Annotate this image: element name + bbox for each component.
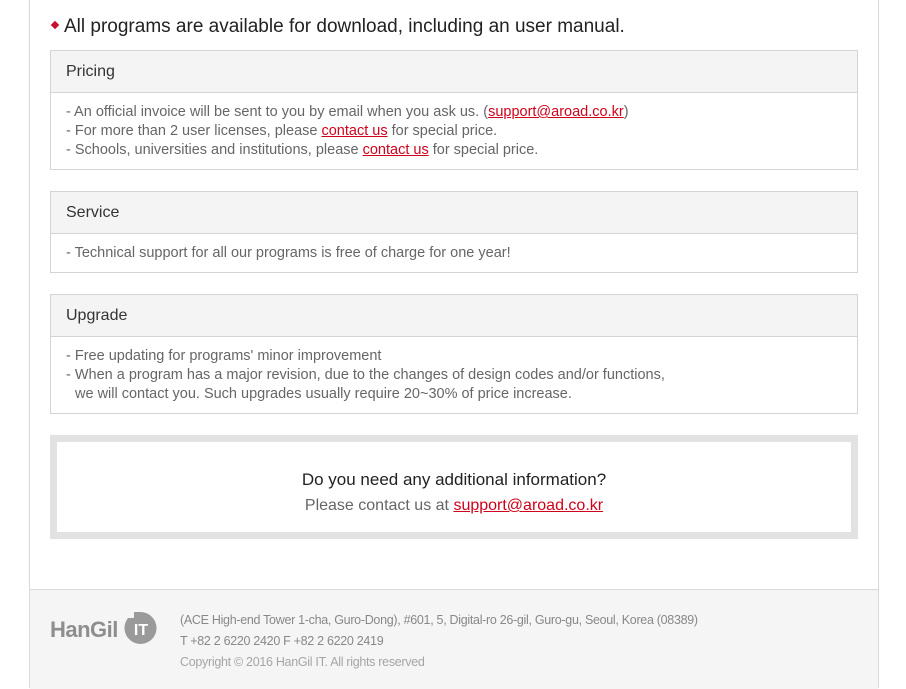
contact-line: Please contact us at support@aroad.co.kr bbox=[57, 492, 851, 520]
red-diamond-bullet-icon bbox=[50, 21, 60, 30]
footer: HanGil IT (ACE High-end Tower 1-cha, Gur… bbox=[30, 589, 878, 689]
upgrade-title: Upgrade bbox=[51, 295, 857, 337]
it-badge-icon: IT bbox=[122, 610, 158, 651]
upgrade-section: Upgrade - Free updating for programs' mi… bbox=[50, 294, 858, 414]
pricing-body: - An official invoice will be sent to yo… bbox=[51, 93, 857, 169]
pricing-line1-suffix: ) bbox=[623, 104, 629, 120]
contact-us-link-schools[interactable]: contact us bbox=[363, 142, 429, 158]
copyright-text: Copyright © 2016 HanGil IT. All rights r… bbox=[180, 655, 425, 669]
contact-info-inner: Do you need any additional information? … bbox=[57, 442, 851, 532]
contact-us-link-licenses[interactable]: contact us bbox=[321, 123, 387, 139]
service-section: Service - Technical support for all our … bbox=[50, 191, 858, 273]
pricing-line1-text: - An official invoice will be sent to yo… bbox=[66, 104, 489, 120]
hangil-logo[interactable]: HanGil IT bbox=[50, 610, 158, 650]
service-body: - Technical support for all our programs… bbox=[51, 234, 857, 272]
contact-question: Do you need any additional information? bbox=[301, 470, 607, 489]
contact-prefix: Please contact us at bbox=[304, 497, 454, 514]
it-badge-text: IT bbox=[134, 622, 148, 639]
service-title: Service bbox=[51, 192, 857, 234]
company-phone: T +82 2 6220 2420 F +82 2 6220 2419 bbox=[180, 634, 384, 648]
logo-text: HanGil bbox=[50, 617, 118, 642]
pricing-title: Pricing bbox=[51, 51, 857, 93]
pricing-line3-text: - Schools, universities and institutions… bbox=[66, 142, 363, 158]
upgrade-line-minor: - Free updating for programs' minor impr… bbox=[66, 348, 382, 364]
pricing-line-schools: - Schools, universities and institutions… bbox=[66, 141, 842, 160]
pricing-line2-suffix: for special price. bbox=[387, 123, 498, 139]
pricing-line-licenses: - For more than 2 user licenses, please … bbox=[66, 122, 842, 141]
service-line-support: - Technical support for all our programs… bbox=[66, 245, 511, 261]
pricing-line2-text: - For more than 2 user licenses, please bbox=[66, 123, 322, 139]
headline-text: All programs are available for download,… bbox=[64, 16, 625, 37]
pricing-line-invoice: - An official invoice will be sent to yo… bbox=[66, 103, 842, 122]
page-headline: All programs are available for download,… bbox=[49, 16, 625, 38]
upgrade-line-major: - When a program has a major revision, d… bbox=[66, 367, 665, 383]
pricing-section: Pricing - An official invoice will be se… bbox=[50, 50, 858, 170]
upgrade-line-increase: we will contact you. Such upgrades usual… bbox=[75, 386, 572, 402]
company-address: (ACE High-end Tower 1-cha, Guro-Dong), #… bbox=[180, 613, 698, 627]
contact-info-box: Do you need any additional information? … bbox=[50, 435, 858, 539]
upgrade-body: - Free updating for programs' minor impr… bbox=[51, 337, 857, 413]
company-info: (ACE High-end Tower 1-cha, Guro-Dong), #… bbox=[180, 610, 698, 673]
support-email-link[interactable]: support@aroad.co.kr bbox=[488, 104, 624, 120]
contact-email-link[interactable]: support@aroad.co.kr bbox=[453, 497, 603, 514]
pricing-line3-suffix: for special price. bbox=[428, 142, 539, 158]
